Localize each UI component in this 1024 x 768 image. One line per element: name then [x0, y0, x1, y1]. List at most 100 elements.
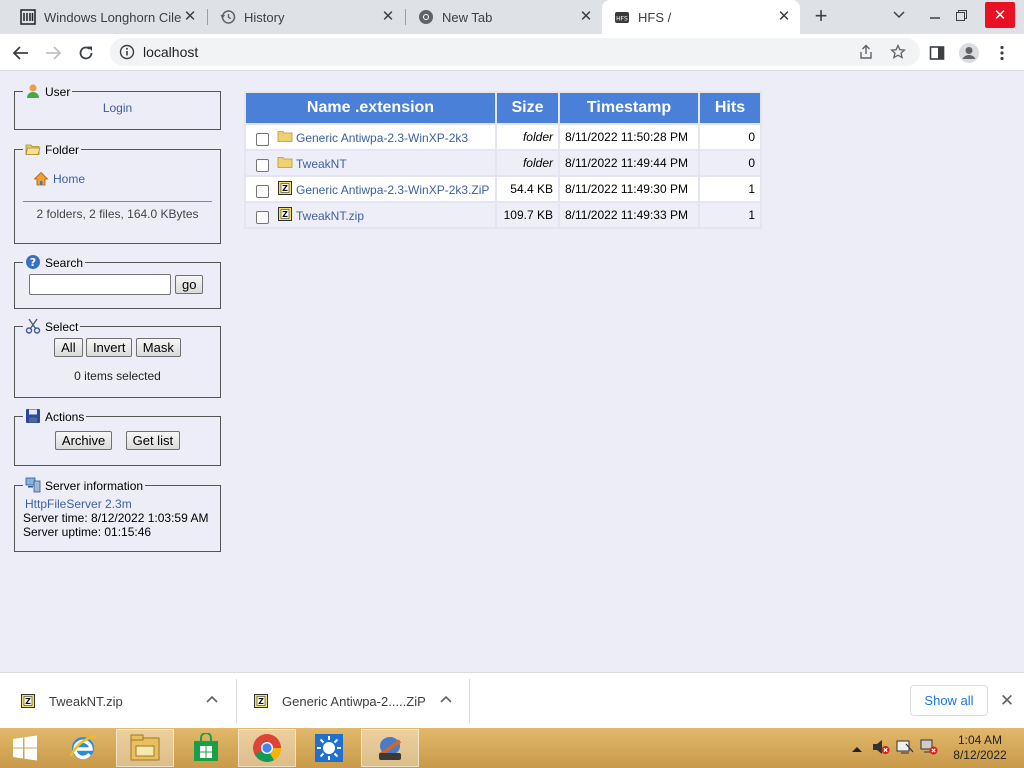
save-disk-icon	[25, 408, 41, 424]
volume-muted-icon[interactable]	[872, 739, 890, 758]
minimize-button[interactable]	[922, 2, 948, 28]
clock-time: 1:04 AM	[957, 733, 1003, 747]
network-disconnected-icon[interactable]	[920, 739, 938, 758]
timestamp-cell: 8/11/2022 11:50:28 PM	[560, 125, 698, 149]
hits-column-header[interactable]: Hits	[700, 93, 760, 123]
close-icon[interactable]: ✕	[578, 9, 594, 25]
start-button[interactable]	[0, 729, 50, 767]
history-icon	[220, 9, 236, 25]
scissors-icon	[25, 318, 41, 334]
side-panel-icon[interactable]	[923, 39, 951, 67]
library-icon	[20, 9, 36, 25]
home-icon	[33, 171, 49, 187]
tab-new-tab[interactable]: New Tab ✕	[406, 0, 602, 34]
size-cell: folder	[497, 151, 558, 175]
restore-button[interactable]	[948, 2, 974, 28]
hfs-icon: HFS	[614, 9, 630, 25]
ie-icon[interactable]	[54, 729, 112, 767]
zip-file-icon: Z	[277, 206, 293, 222]
tab-strip: Windows Longhorn Cilem ✕ History ✕ New T…	[0, 0, 1024, 34]
close-icon[interactable]: ✕	[380, 9, 396, 25]
hfs-taskbar-icon[interactable]	[361, 729, 419, 767]
invert-button[interactable]: Invert	[85, 338, 133, 357]
show-hidden-icons-icon[interactable]	[852, 741, 862, 755]
tab-title: HFS /	[638, 9, 672, 25]
row-checkbox[interactable]	[256, 210, 269, 224]
timestamp-column-header[interactable]: Timestamp	[560, 93, 698, 123]
svg-text:Z: Z	[25, 697, 31, 706]
chevron-up-icon[interactable]	[204, 692, 220, 708]
file-explorer-icon[interactable]	[116, 729, 174, 767]
download-item[interactable]: Z TweakNT.zip	[20, 673, 220, 729]
svg-text:Z: Z	[282, 184, 288, 193]
tab-history[interactable]: History ✕	[208, 0, 404, 34]
name-cell: TweakNT	[246, 151, 495, 175]
select-panel: Select All Invert Mask 0 items selected	[14, 318, 221, 398]
chevron-up-icon[interactable]	[438, 692, 454, 708]
folder-summary: 2 folders, 2 files, 164.0 KBytes	[36, 207, 199, 221]
close-icon[interactable]: ✕	[776, 9, 792, 25]
window-close-button[interactable]: ✕	[985, 2, 1015, 28]
zip-file-icon: Z	[253, 693, 269, 709]
svg-text:Z: Z	[282, 210, 288, 219]
tab-hfs[interactable]: HFS HFS / ✕	[602, 0, 800, 34]
get-list-button[interactable]: Get list	[125, 431, 181, 450]
name-column-header[interactable]: Name .extension	[246, 93, 495, 123]
new-tab-button[interactable]: +	[809, 5, 833, 29]
hfs-version-link[interactable]: HttpFileServer 2.3m	[25, 497, 132, 511]
system-tray	[852, 728, 938, 768]
download-item[interactable]: Z Generic Antiwpa-2.....ZiP	[253, 673, 433, 729]
tab-title: Windows Longhorn Cilem	[44, 9, 182, 25]
share-icon[interactable]	[858, 44, 874, 60]
table-row: Z TweakNT.zip 109.7 KB 8/11/2022 11:49:33…	[246, 203, 760, 227]
login-link[interactable]: Login	[103, 101, 132, 115]
tab-title: History	[244, 9, 285, 25]
store-icon[interactable]	[177, 729, 235, 767]
chevron-down-icon[interactable]	[886, 2, 912, 28]
user-icon	[25, 83, 41, 99]
size-cell: 109.7 KB	[497, 203, 558, 227]
size-column-header[interactable]: Size	[497, 93, 558, 123]
show-all-button[interactable]: Show all	[910, 685, 988, 716]
selection-status: 0 items selected	[74, 369, 161, 383]
file-link[interactable]: Generic Antiwpa-2.3-WinXP-2k3	[296, 131, 468, 145]
action-center-icon[interactable]	[896, 739, 914, 758]
weather-icon[interactable]	[300, 729, 358, 767]
mask-button[interactable]: Mask	[135, 338, 181, 357]
menu-icon[interactable]	[988, 39, 1016, 67]
file-link[interactable]: TweakNT.zip	[296, 209, 364, 223]
back-button[interactable]	[7, 39, 35, 67]
tab-windows-longhorn[interactable]: Windows Longhorn Cilem ✕	[8, 0, 206, 34]
file-link[interactable]: Generic Antiwpa-2.3-WinXP-2k3.ZiP	[296, 183, 489, 197]
server-info-legend: Server information	[23, 477, 145, 493]
size-cell: 54.4 KB	[497, 177, 558, 201]
address-bar[interactable]: localhost	[110, 38, 920, 66]
taskbar-clock[interactable]: 1:04 AM 8/12/2022	[948, 733, 1012, 763]
info-icon[interactable]	[119, 44, 135, 60]
hits-cell: 1	[700, 203, 760, 227]
timestamp-cell: 8/11/2022 11:49:30 PM	[560, 177, 698, 201]
forward-button[interactable]	[39, 39, 67, 67]
chrome-taskbar-icon[interactable]	[238, 729, 296, 767]
download-bar: Z TweakNT.zip Z Generic Antiwpa-2.....Zi…	[0, 672, 1024, 728]
archive-button[interactable]: Archive	[54, 431, 113, 450]
zip-file-icon: Z	[20, 693, 36, 709]
search-input[interactable]	[29, 274, 171, 295]
row-checkbox[interactable]	[256, 132, 269, 146]
timestamp-cell: 8/11/2022 11:49:33 PM	[560, 203, 698, 227]
file-link[interactable]: TweakNT	[296, 157, 347, 171]
profile-avatar[interactable]	[955, 39, 983, 67]
close-icon[interactable]: ✕	[182, 9, 198, 25]
server-uptime: Server uptime: 01:15:46	[23, 525, 152, 539]
svg-text:?: ?	[30, 256, 36, 269]
bookmark-star-icon[interactable]	[889, 43, 907, 60]
home-link[interactable]: Home	[53, 172, 85, 186]
row-checkbox[interactable]	[256, 184, 269, 198]
reload-button[interactable]	[72, 39, 100, 67]
close-icon[interactable]: ✕	[997, 691, 1017, 711]
row-checkbox[interactable]	[256, 158, 269, 172]
select-all-button[interactable]: All	[54, 338, 83, 357]
go-button[interactable]: go	[175, 275, 204, 294]
divider	[469, 679, 470, 723]
folder-legend: Folder	[23, 141, 81, 157]
